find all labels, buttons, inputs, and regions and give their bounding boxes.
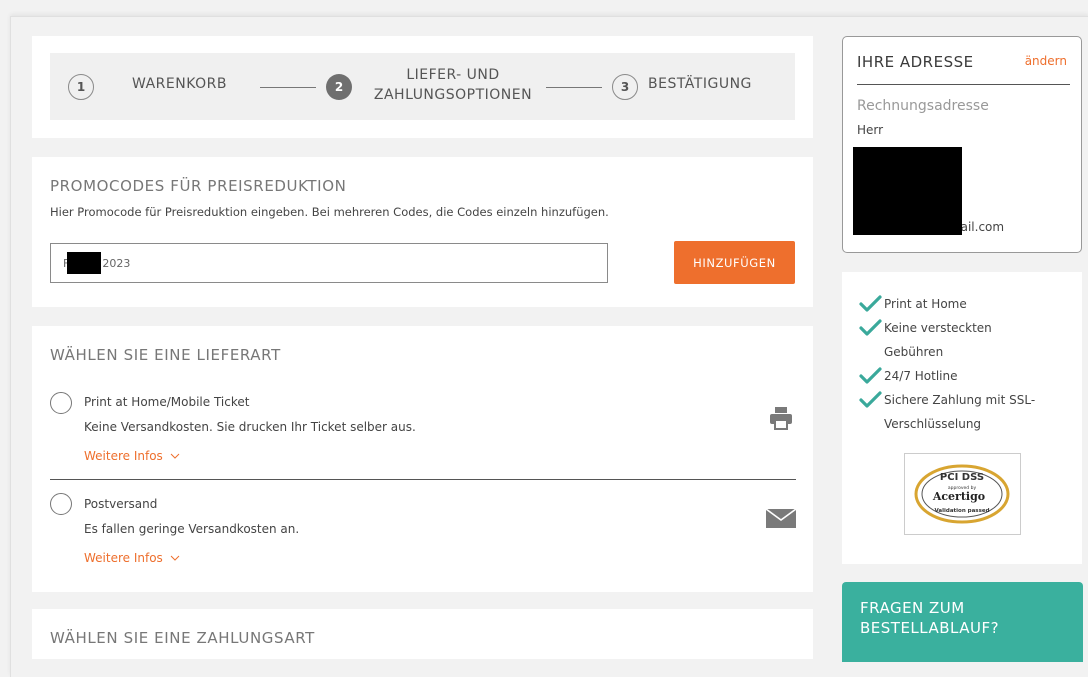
step-connector <box>260 87 316 88</box>
add-promo-button[interactable]: HINZUFÜGEN <box>674 241 795 284</box>
more-info-link[interactable]: Weitere Infos <box>84 449 180 463</box>
step-3-label: BESTÄTIGUNG <box>648 76 752 92</box>
trust-item: Print at Home <box>858 292 1078 316</box>
step-2-circle: 2 <box>326 74 352 100</box>
step-2-label: LIEFER- UND ZAHLUNGSOPTIONEN <box>368 65 538 105</box>
promo-card: PROMOCODES FÜR PREISREDUKTION Hier Promo… <box>32 157 813 307</box>
chevron-down-icon <box>170 453 179 459</box>
pci-badge-top-text: PCI DSS <box>940 472 984 483</box>
trust-item-label: 24/7 Hotline <box>884 369 958 383</box>
check-icon <box>859 367 882 384</box>
delivery-title: WÄHLEN SIE EINE LIEFERART <box>50 346 281 364</box>
checkout-steps: 1 WARENKORB 2 LIEFER- UND ZAHLUNGSOPTION… <box>50 53 795 120</box>
more-info-link[interactable]: Weitere Infos <box>84 551 180 565</box>
change-address-link[interactable]: ändern <box>1025 54 1067 68</box>
delivery-option-title: Postversand <box>84 497 158 511</box>
more-info-label: Weitere Infos <box>84 449 163 463</box>
checkout-steps-card: 1 WARENKORB 2 LIEFER- UND ZAHLUNGSOPTION… <box>32 36 813 138</box>
envelope-icon <box>766 509 796 528</box>
trust-card: Print at Home Keine versteckten Gebühren… <box>842 272 1082 564</box>
redaction-block <box>67 252 102 274</box>
printer-icon <box>770 407 792 430</box>
address-card: IHRE ADRESSE ändern Rechnungsadresse Her… <box>842 36 1082 253</box>
step-3-circle: 3 <box>612 74 638 100</box>
check-icon <box>859 319 882 336</box>
more-info-label: Weitere Infos <box>84 551 163 565</box>
promo-code-suffix: 2023 <box>102 256 131 270</box>
pci-dss-seal: PCI DSS approved by Acertigo Validation … <box>914 464 1010 524</box>
payment-title: WÄHLEN SIE EINE ZAHLUNGSART <box>50 629 315 647</box>
trust-item: Keine versteckten Gebühren <box>858 316 1078 364</box>
pci-badge-brand-text: Acertigo <box>932 490 985 503</box>
promo-code-input[interactable]: F 2023 <box>50 243 608 283</box>
address-salutation: Herr <box>857 123 884 137</box>
step-2-label-line2: ZAHLUNGSOPTIONEN <box>373 87 533 103</box>
delivery-option-description: Keine Versandkosten. Sie drucken Ihr Tic… <box>84 420 416 434</box>
promo-description: Hier Promocode für Preisreduktion eingeb… <box>50 205 609 219</box>
step-1-circle: 1 <box>68 74 94 100</box>
billing-address-label: Rechnungsadresse <box>857 98 989 114</box>
trust-item: 24/7 Hotline <box>858 364 1078 388</box>
trust-item-label: Sichere Zahlung mit SSL-Verschlüsselung <box>884 393 1036 431</box>
check-icon <box>859 295 882 312</box>
address-title: IHRE ADRESSE <box>857 53 974 71</box>
address-divider <box>857 84 1070 85</box>
trust-item-label: Keine versteckten Gebühren <box>884 321 992 359</box>
trust-item: Sichere Zahlung mit SSL-Verschlüsselung <box>858 388 1078 436</box>
step-connector <box>546 87 602 88</box>
chevron-down-icon <box>170 555 179 561</box>
option-divider <box>50 479 796 480</box>
trust-item-label: Print at Home <box>884 297 967 311</box>
redaction-block <box>853 147 962 235</box>
step-2-label-line1: LIEFER- UND <box>406 67 500 83</box>
faq-title: FRAGEN ZUM BESTELLABLAUF? <box>860 599 1000 637</box>
trust-list: Print at Home Keine versteckten Gebühren… <box>858 292 1078 436</box>
check-icon <box>859 391 882 408</box>
delivery-option-title: Print at Home/Mobile Ticket <box>84 395 250 409</box>
promo-title: PROMOCODES FÜR PREISREDUKTION <box>50 177 347 195</box>
delivery-option-description: Es fallen geringe Versandkosten an. <box>84 522 300 536</box>
delivery-radio-print[interactable] <box>50 392 72 414</box>
pci-dss-badge: PCI DSS approved by Acertigo Validation … <box>904 453 1021 535</box>
payment-card: WÄHLEN SIE EINE ZAHLUNGSART <box>32 609 813 659</box>
delivery-card: WÄHLEN SIE EINE LIEFERART Print at Home/… <box>32 326 813 592</box>
step-1-label[interactable]: WARENKORB <box>132 76 227 92</box>
pci-badge-bottom-text: Validation passed <box>934 508 989 514</box>
faq-box[interactable]: FRAGEN ZUM BESTELLABLAUF? <box>842 582 1083 662</box>
delivery-radio-post[interactable] <box>50 493 72 515</box>
